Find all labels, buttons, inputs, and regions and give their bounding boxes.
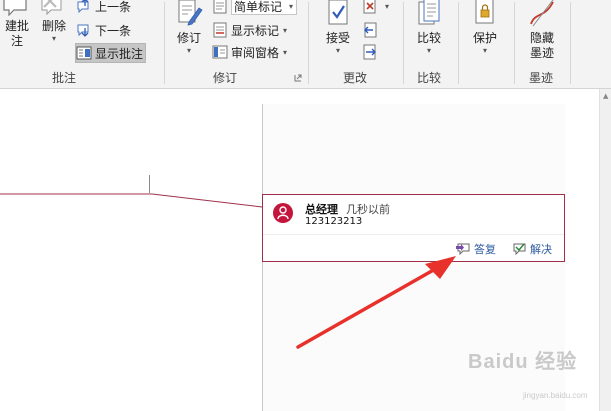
baidu-watermark-logo: Baidu 经验 — [468, 351, 578, 373]
baidu-watermark-url: jingyan.baidu.com — [523, 391, 588, 400]
